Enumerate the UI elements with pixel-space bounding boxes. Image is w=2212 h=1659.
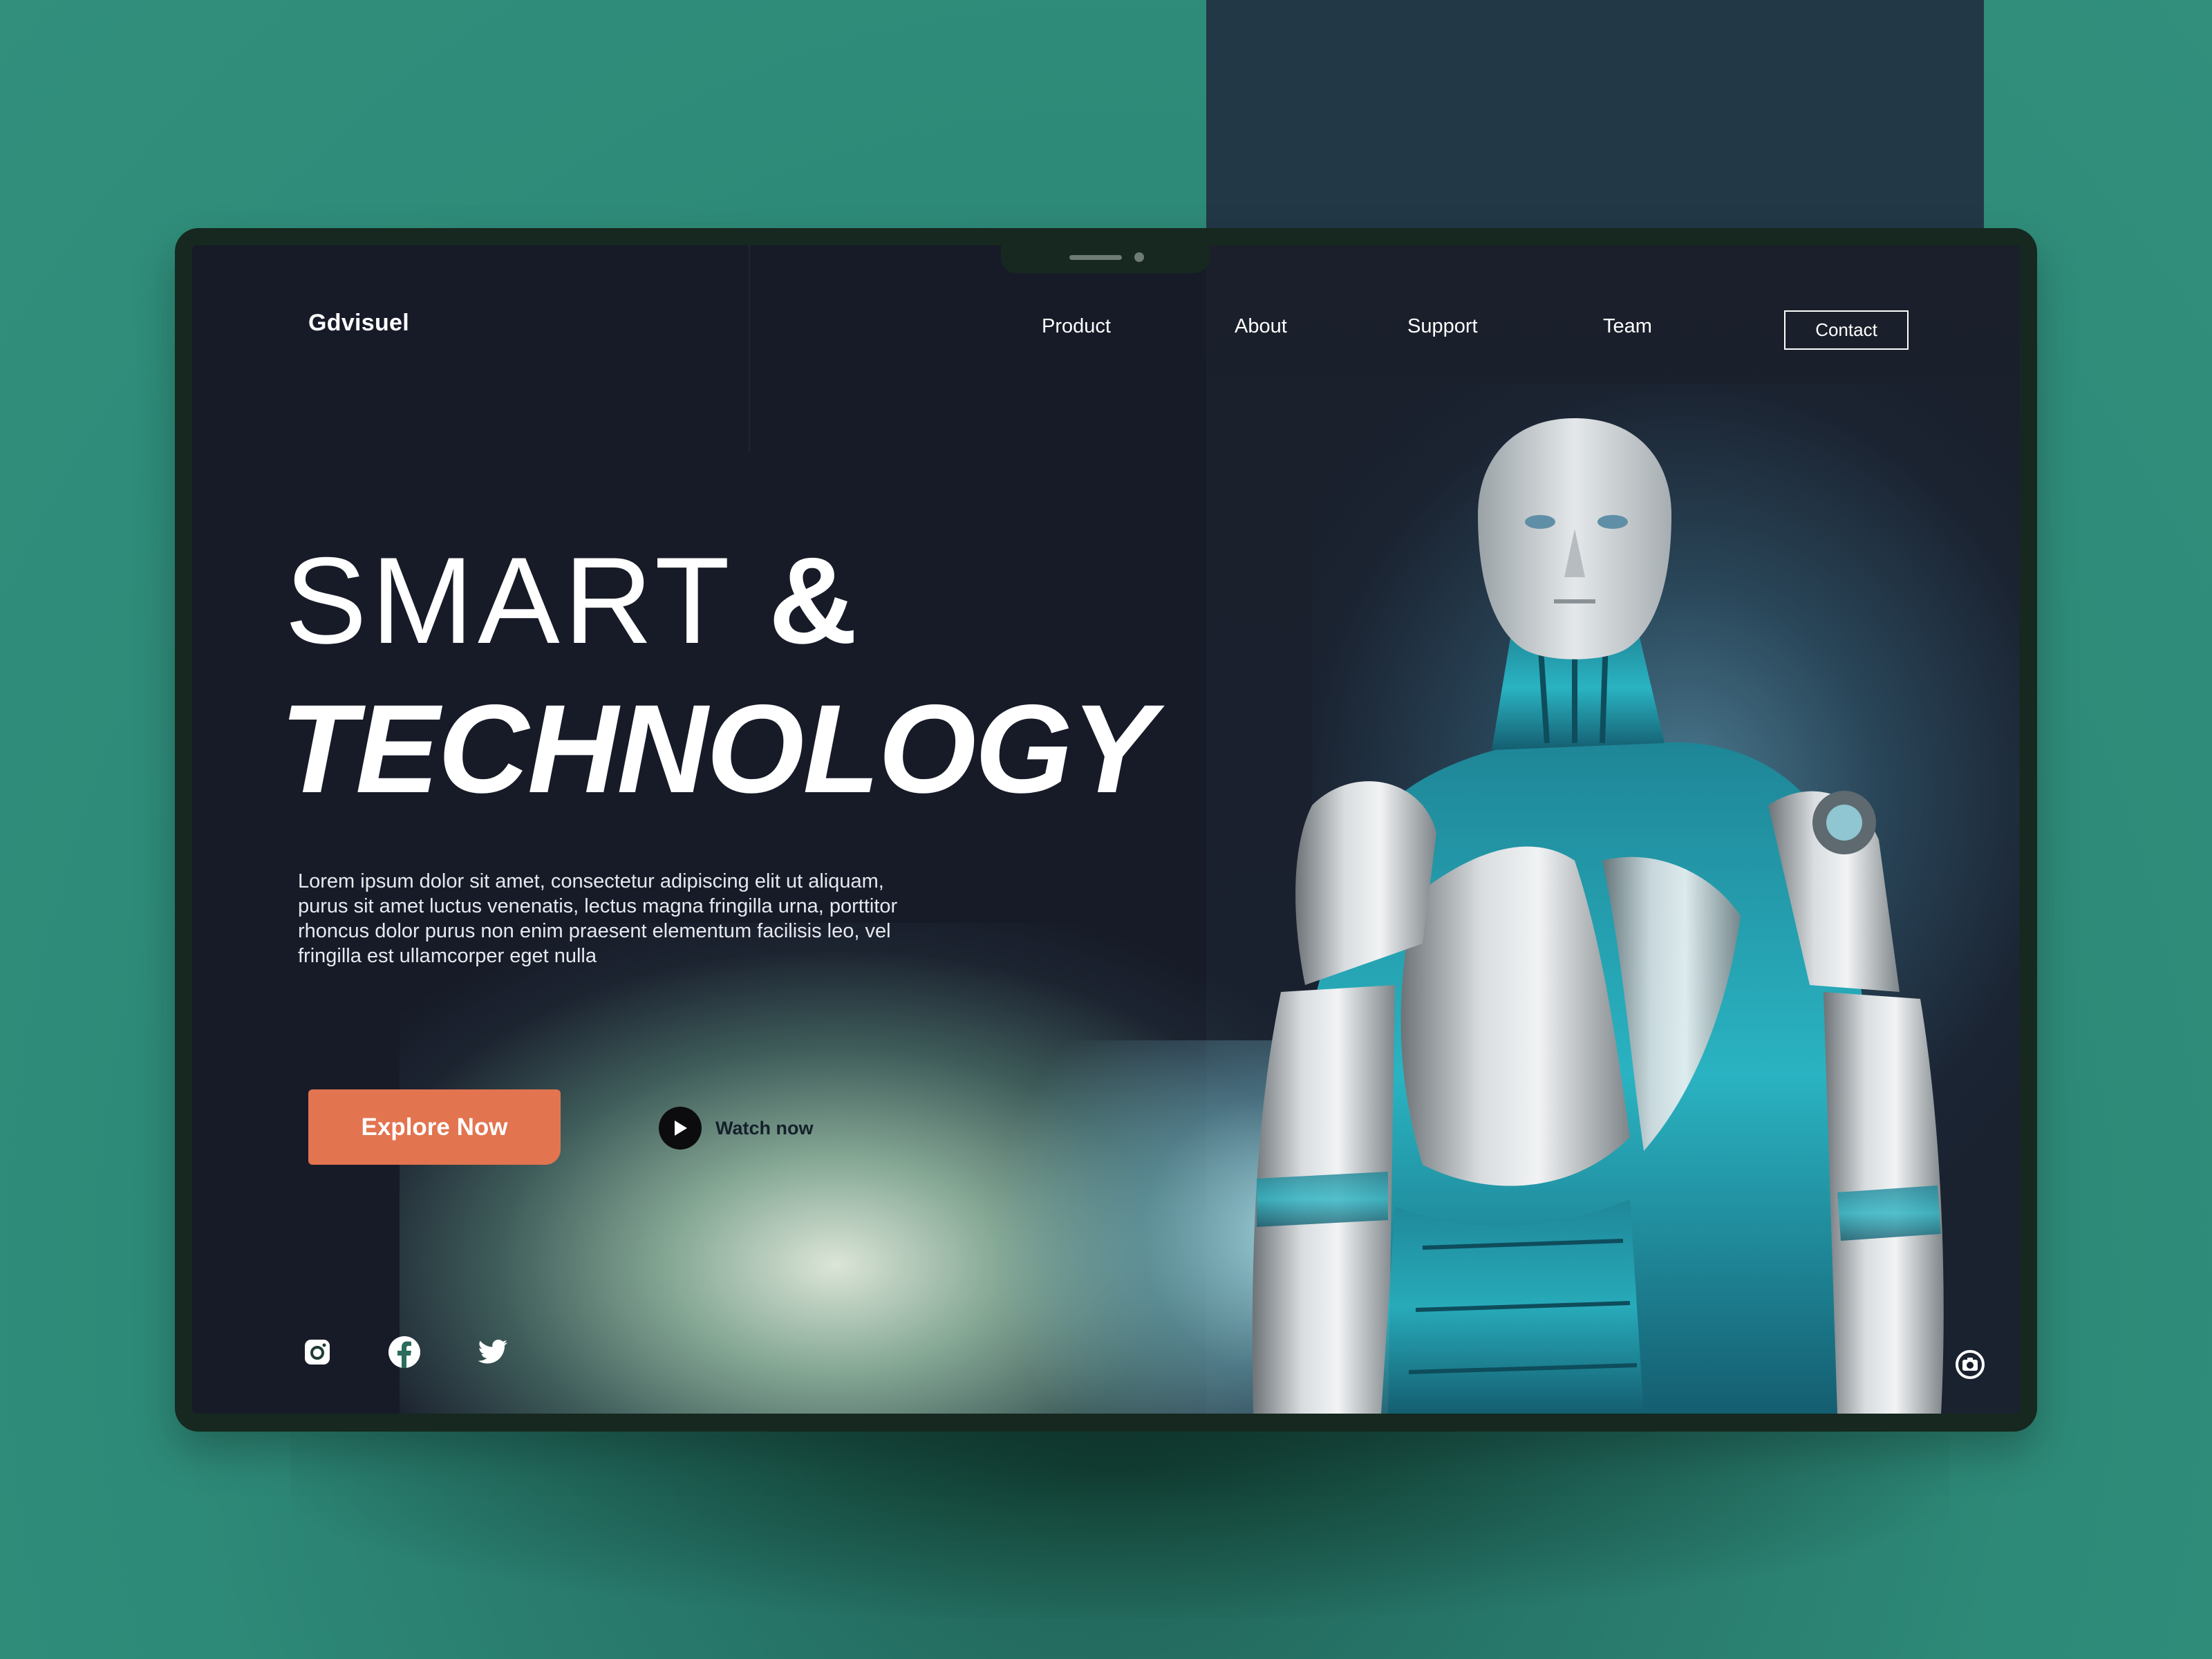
watch-now-label: Watch now <box>715 1117 814 1138</box>
nav-item-product[interactable]: Product <box>1042 315 1111 338</box>
nav-item-support[interactable]: Support <box>1407 315 1478 338</box>
play-icon[interactable] <box>659 1107 702 1150</box>
column-divider <box>749 245 750 453</box>
landing-screen <box>192 245 2020 1414</box>
explore-now-button[interactable]: Explore Now <box>308 1089 561 1165</box>
hero-description: Lorem ipsum dolor sit amet, consectetur … <box>298 870 898 967</box>
nav-item-about[interactable]: About <box>1235 315 1287 338</box>
facebook-icon[interactable] <box>386 1334 422 1370</box>
nav-item-team[interactable]: Team <box>1603 315 1652 338</box>
contact-button[interactable]: Contact <box>1784 310 1909 350</box>
background-accent-block <box>1206 0 1984 235</box>
camera-dot <box>1134 252 1144 262</box>
instagram-icon[interactable] <box>299 1334 335 1370</box>
twitter-icon[interactable] <box>475 1334 511 1370</box>
brand-logo[interactable]: Gdvisuel <box>308 310 409 337</box>
hero-heading-line2: TECHNOLOGY <box>280 678 1155 819</box>
speaker-grille <box>1069 255 1122 260</box>
robot-illustration <box>1252 418 1944 1414</box>
watch-now-link[interactable]: Watch now <box>659 1106 814 1150</box>
hero-heading-line1: SMART & <box>285 539 857 662</box>
heading-smart: SMART <box>285 532 734 669</box>
heading-ampersand: & <box>768 532 858 669</box>
camera-icon[interactable] <box>1955 1349 1985 1380</box>
